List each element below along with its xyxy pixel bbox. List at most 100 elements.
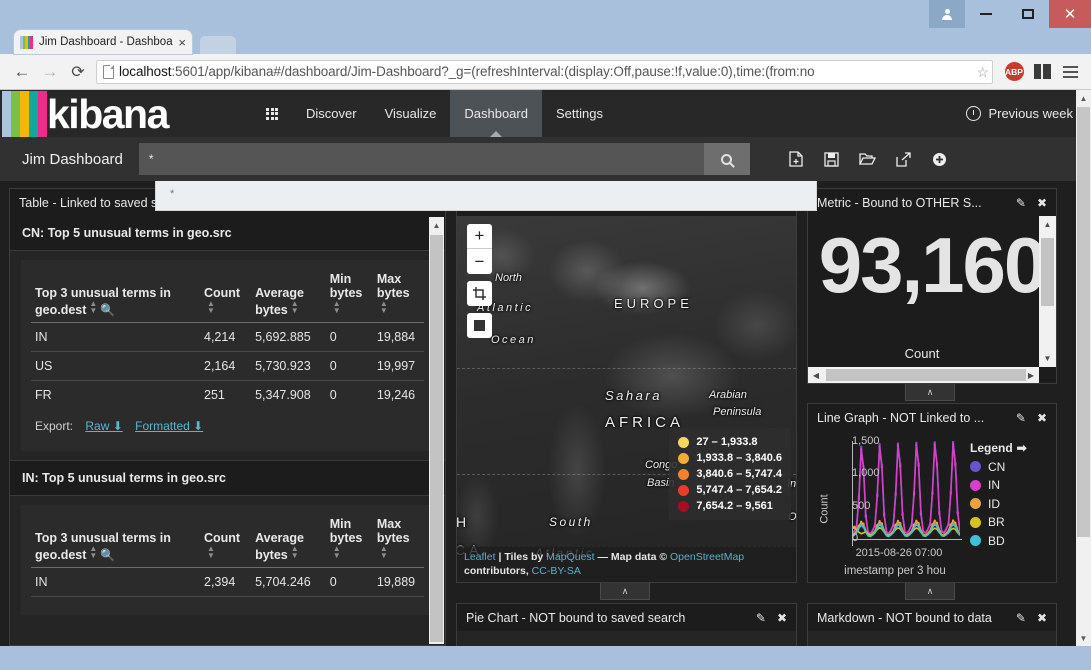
scrollbar-thumb[interactable] — [1077, 107, 1090, 537]
sort-icon[interactable]: ▲ ▼ — [291, 300, 299, 315]
scrollbar-thumb[interactable] — [1041, 238, 1054, 306]
nav-item-settings[interactable]: Settings — [542, 90, 617, 137]
scroll-right-arrow-icon[interactable]: ▶ — [1023, 367, 1039, 383]
browser-tab[interactable]: Jim Dashboard - Dashboa × — [14, 30, 192, 54]
license-link[interactable]: CC-BY-SA — [532, 565, 581, 577]
legend-item-bd[interactable]: BD — [970, 534, 1052, 548]
legend-item-br[interactable]: BR — [970, 515, 1052, 529]
adblock-extension-button[interactable]: ABP — [1001, 59, 1027, 85]
maximize-button[interactable] — [1007, 0, 1049, 28]
collapse-panel-tilemap[interactable]: ∧ — [600, 583, 650, 600]
scroll-up-arrow-icon[interactable]: ▲ — [1039, 216, 1056, 233]
sort-icon[interactable]: ▲ ▼ — [291, 545, 299, 560]
chrome-menu-button[interactable] — [1057, 59, 1083, 85]
back-button[interactable]: ← — [8, 58, 36, 86]
scroll-up-arrow-icon[interactable]: ▲ — [429, 217, 444, 233]
search-button[interactable] — [703, 143, 750, 175]
column-header-terms[interactable]: Top 3 unusual terms in geo.dest ▲ ▼ 🔍 — [31, 513, 200, 568]
map-canvas[interactable]: + − North Atlantic Ocean EUROPE Sahara A… — [457, 216, 796, 582]
sort-icon[interactable]: ▲ ▼ — [207, 300, 215, 315]
collapse-panel-metric[interactable]: ∧ — [905, 384, 955, 401]
legend-item-in[interactable]: IN — [970, 478, 1052, 492]
column-header-avg-bytes[interactable]: Average bytes ▲ ▼ — [251, 513, 326, 568]
edit-icon[interactable]: ✎ — [1016, 412, 1026, 424]
forward-button[interactable]: → — [36, 58, 64, 86]
zoom-out-button[interactable]: − — [467, 249, 492, 274]
time-picker[interactable]: Previous week — [966, 90, 1091, 137]
column-header-min-bytes[interactable]: Min bytes▲ ▼ — [325, 268, 373, 323]
sort-icon[interactable]: ▲ ▼ — [207, 545, 215, 560]
open-dashboard-button[interactable] — [858, 149, 878, 169]
metric-vertical-scrollbar[interactable]: ▲ ▼ — [1039, 216, 1056, 367]
mapquest-link[interactable]: MapQuest — [546, 551, 594, 563]
scroll-down-arrow-icon[interactable]: ▼ — [1076, 630, 1091, 646]
tab-close-icon[interactable]: × — [178, 36, 186, 49]
export-raw-link[interactable]: Raw ⬇ — [85, 419, 122, 433]
column-header-count[interactable]: Count▲ ▼ — [200, 268, 252, 323]
add-visualization-button[interactable] — [930, 149, 950, 169]
column-header-terms[interactable]: Top 3 unusual terms in geo.dest ▲ ▼ 🔍 — [31, 268, 200, 323]
legend-item-id[interactable]: ID — [970, 497, 1052, 511]
search-input[interactable] — [138, 143, 704, 175]
scroll-down-arrow-icon[interactable]: ▼ — [1039, 350, 1056, 367]
column-header-max-bytes[interactable]: Max bytes▲ ▼ — [372, 268, 424, 323]
sort-icon[interactable]: ▲ ▼ — [89, 545, 97, 560]
nav-item-dashboard[interactable]: Dashboard — [450, 90, 542, 138]
bookmark-star-icon[interactable]: ☆ — [976, 64, 989, 81]
column-header-avg-bytes[interactable]: Average bytes ▲ ▼ — [251, 268, 326, 323]
new-dashboard-button[interactable] — [786, 149, 806, 169]
line-chart-svg — [852, 441, 960, 539]
edit-icon[interactable]: ✎ — [756, 612, 766, 624]
zoom-in-button[interactable]: + — [467, 224, 492, 249]
scroll-left-arrow-icon[interactable]: ◀ — [808, 367, 824, 383]
kibana-logo[interactable]: kibana — [0, 90, 252, 137]
sort-icon[interactable]: ▲ ▼ — [333, 545, 341, 560]
scroll-up-arrow-icon[interactable]: ▲ — [1076, 90, 1091, 106]
export-formatted-link[interactable]: Formatted ⬇ — [135, 419, 203, 433]
column-header-max-bytes[interactable]: Max bytes▲ ▼ — [372, 513, 424, 568]
sort-icon[interactable]: ▲ ▼ — [89, 300, 97, 315]
address-bar[interactable]: localhost:5601/app/kibana#/dashboard/Jim… — [96, 59, 993, 84]
leaflet-link[interactable]: Leaflet — [464, 551, 496, 563]
scrollbar-thumb[interactable] — [826, 369, 1026, 381]
nav-item-discover[interactable]: Discover — [292, 90, 371, 137]
column-header-min-bytes[interactable]: Min bytes▲ ▼ — [325, 513, 373, 568]
legend-expand-icon[interactable]: ➡ — [1017, 441, 1027, 455]
sort-icon[interactable]: ▲ ▼ — [380, 300, 388, 315]
new-tab-button[interactable] — [200, 36, 236, 54]
extension-button[interactable] — [1029, 59, 1055, 85]
crop-icon[interactable] — [467, 281, 492, 306]
metric-horizontal-scrollbar[interactable]: ◀ ▶ — [808, 367, 1039, 383]
share-dashboard-button[interactable] — [894, 149, 914, 169]
legend-title[interactable]: Legend ➡ — [970, 441, 1052, 455]
profile-button[interactable] — [929, 0, 965, 28]
close-icon[interactable]: ✖ — [1037, 197, 1047, 209]
apps-menu-button[interactable] — [252, 90, 292, 137]
table-panel-scrollbar[interactable]: ▲ — [429, 217, 444, 644]
edit-icon[interactable]: ✎ — [1016, 197, 1026, 209]
close-icon[interactable]: ✖ — [1037, 612, 1047, 624]
close-icon[interactable]: ✖ — [777, 612, 787, 624]
save-dashboard-button[interactable] — [822, 149, 842, 169]
column-search-icon[interactable]: 🔍 — [100, 303, 115, 317]
nav-item-visualize[interactable]: Visualize — [371, 90, 451, 137]
query-autocomplete-item[interactable]: * — [155, 181, 817, 211]
sort-icon[interactable]: ▲ ▼ — [333, 300, 341, 315]
line-chart[interactable]: Count 1,500 1,000 500 0 2015-08-26 07:00… — [812, 435, 964, 580]
legend-item-cn[interactable]: CN — [970, 460, 1052, 474]
minimize-button[interactable] — [965, 0, 1007, 28]
page-info-icon[interactable] — [103, 64, 114, 79]
close-icon[interactable]: ✖ — [1037, 412, 1047, 424]
openstreetmap-link[interactable]: OpenStreetMap — [670, 551, 744, 563]
reload-button[interactable]: ⟳ — [64, 58, 92, 86]
column-header-count[interactable]: Count▲ ▼ — [200, 513, 252, 568]
app-vertical-scrollbar[interactable]: ▲ ▼ — [1076, 90, 1091, 646]
collapse-panel-linegraph[interactable]: ∧ — [905, 583, 955, 600]
close-window-button[interactable]: ✕ — [1049, 0, 1091, 28]
scrollbar-thumb[interactable] — [430, 235, 443, 642]
query-bar — [138, 143, 750, 175]
sort-icon[interactable]: ▲ ▼ — [380, 545, 388, 560]
edit-icon[interactable]: ✎ — [1016, 612, 1026, 624]
fit-bounds-button[interactable] — [467, 313, 492, 338]
column-search-icon[interactable]: 🔍 — [100, 548, 115, 562]
